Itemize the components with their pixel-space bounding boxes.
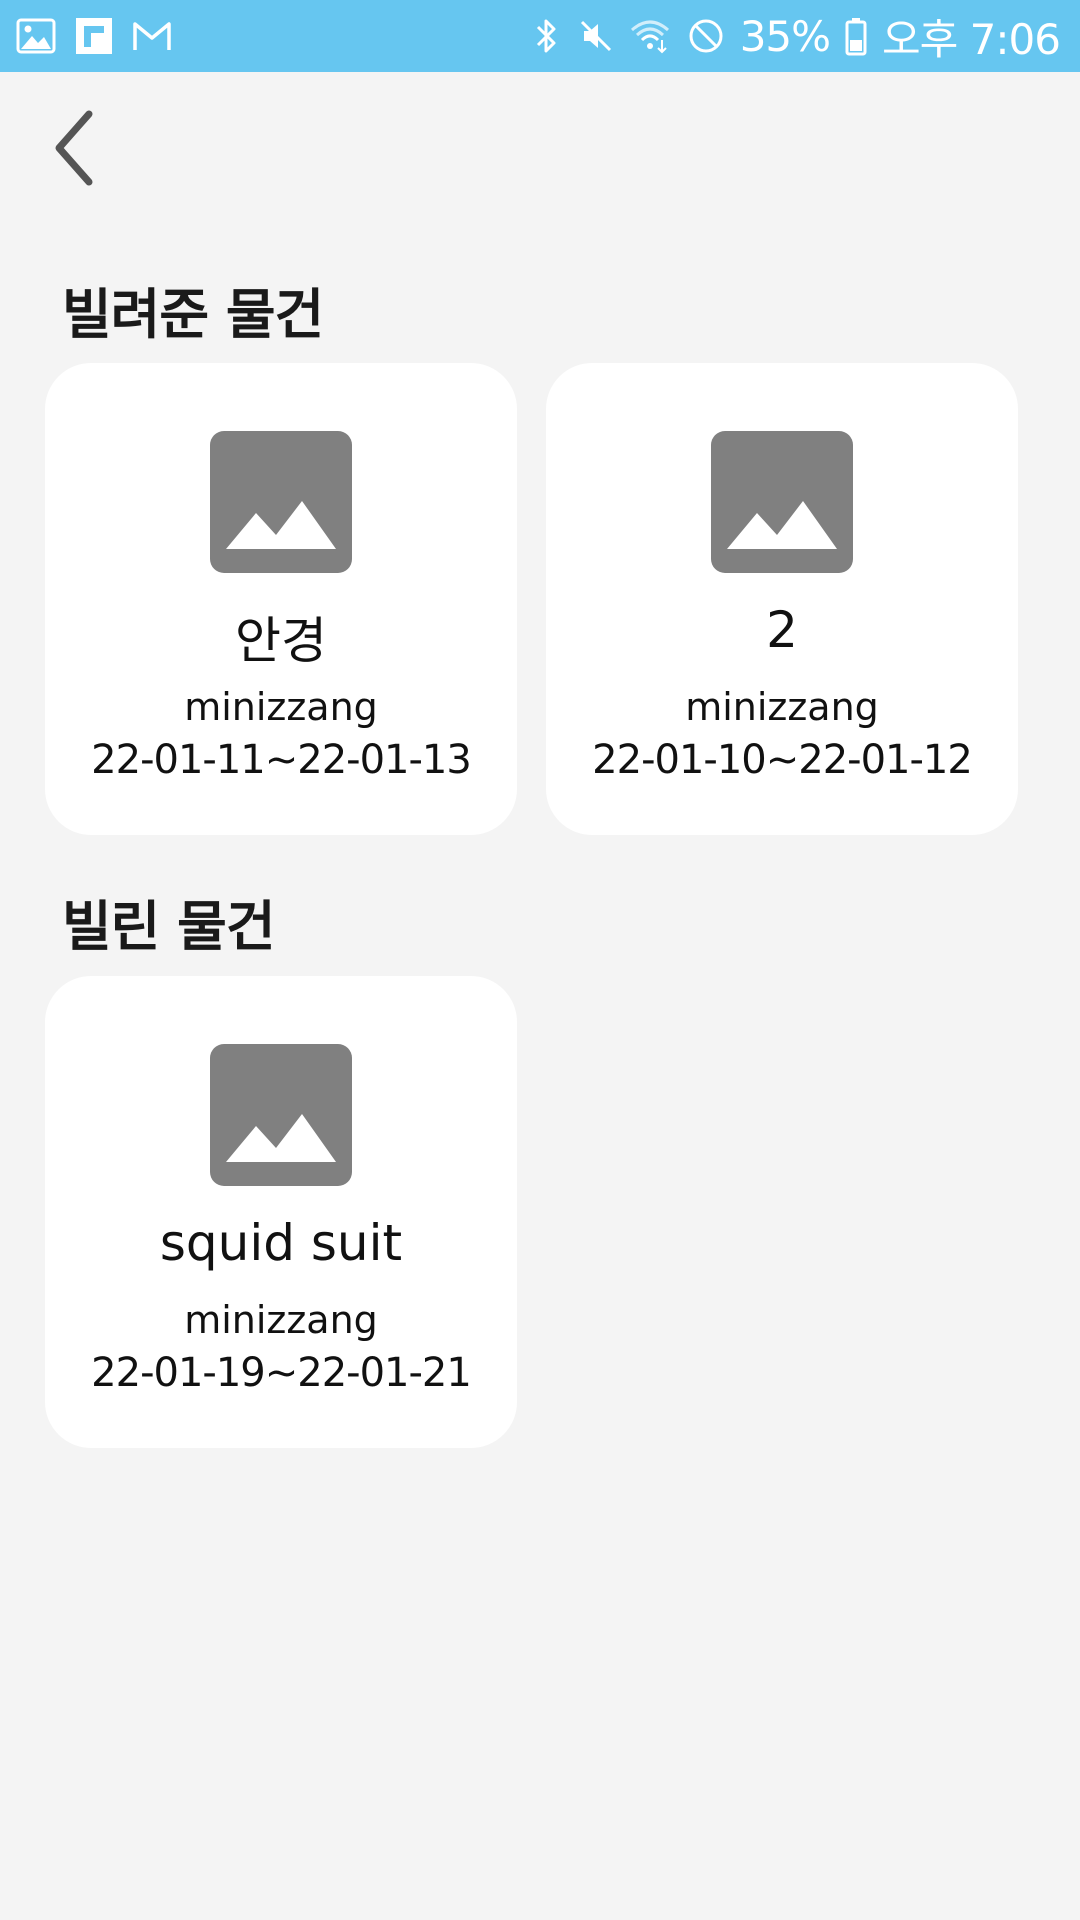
wifi-icon bbox=[630, 20, 669, 54]
item-owner: minizzang bbox=[685, 685, 879, 729]
clock: 오후 7:06 bbox=[882, 14, 1061, 64]
status-bar-notifications bbox=[16, 14, 172, 58]
borrowed-items-title: 빌린 물건 bbox=[62, 895, 276, 958]
chevron-left-icon bbox=[55, 110, 93, 186]
image-placeholder-icon bbox=[210, 1044, 352, 1186]
battery-percent: 35% bbox=[739, 11, 831, 61]
image-placeholder-icon bbox=[210, 431, 352, 573]
lent-item-card[interactable]: 2 minizzang 22-01-10~22-01-12 bbox=[546, 363, 1018, 835]
battery-icon bbox=[845, 18, 867, 56]
bluetooth-icon bbox=[536, 19, 556, 53]
image-placeholder-icon bbox=[711, 431, 853, 573]
status-bar: 35% 오후 7:06 bbox=[0, 0, 1080, 72]
item-name: 2 bbox=[766, 601, 798, 659]
mute-icon bbox=[580, 20, 611, 52]
lent-item-card[interactable]: 안경 minizzang 22-01-11~22-01-13 bbox=[45, 363, 517, 835]
item-owner: minizzang bbox=[184, 1298, 378, 1342]
status-bar-system: 35% 오후 7:06 bbox=[528, 10, 1061, 64]
borrowed-item-card[interactable]: squid suit minizzang 22-01-19~22-01-21 bbox=[45, 976, 517, 1448]
flipboard-icon bbox=[76, 18, 112, 54]
gmail-icon bbox=[133, 22, 171, 50]
item-dates: 22-01-19~22-01-21 bbox=[91, 1350, 472, 1396]
item-name: squid suit bbox=[159, 1214, 403, 1272]
back-button[interactable] bbox=[44, 108, 104, 188]
gallery-icon bbox=[16, 18, 56, 54]
item-dates: 22-01-11~22-01-13 bbox=[91, 737, 472, 783]
item-name: 안경 bbox=[235, 612, 327, 670]
do-not-disturb-icon bbox=[689, 19, 723, 53]
item-owner: minizzang bbox=[184, 685, 378, 729]
lent-items-title: 빌려준 물건 bbox=[62, 283, 324, 346]
item-dates: 22-01-10~22-01-12 bbox=[592, 737, 973, 783]
